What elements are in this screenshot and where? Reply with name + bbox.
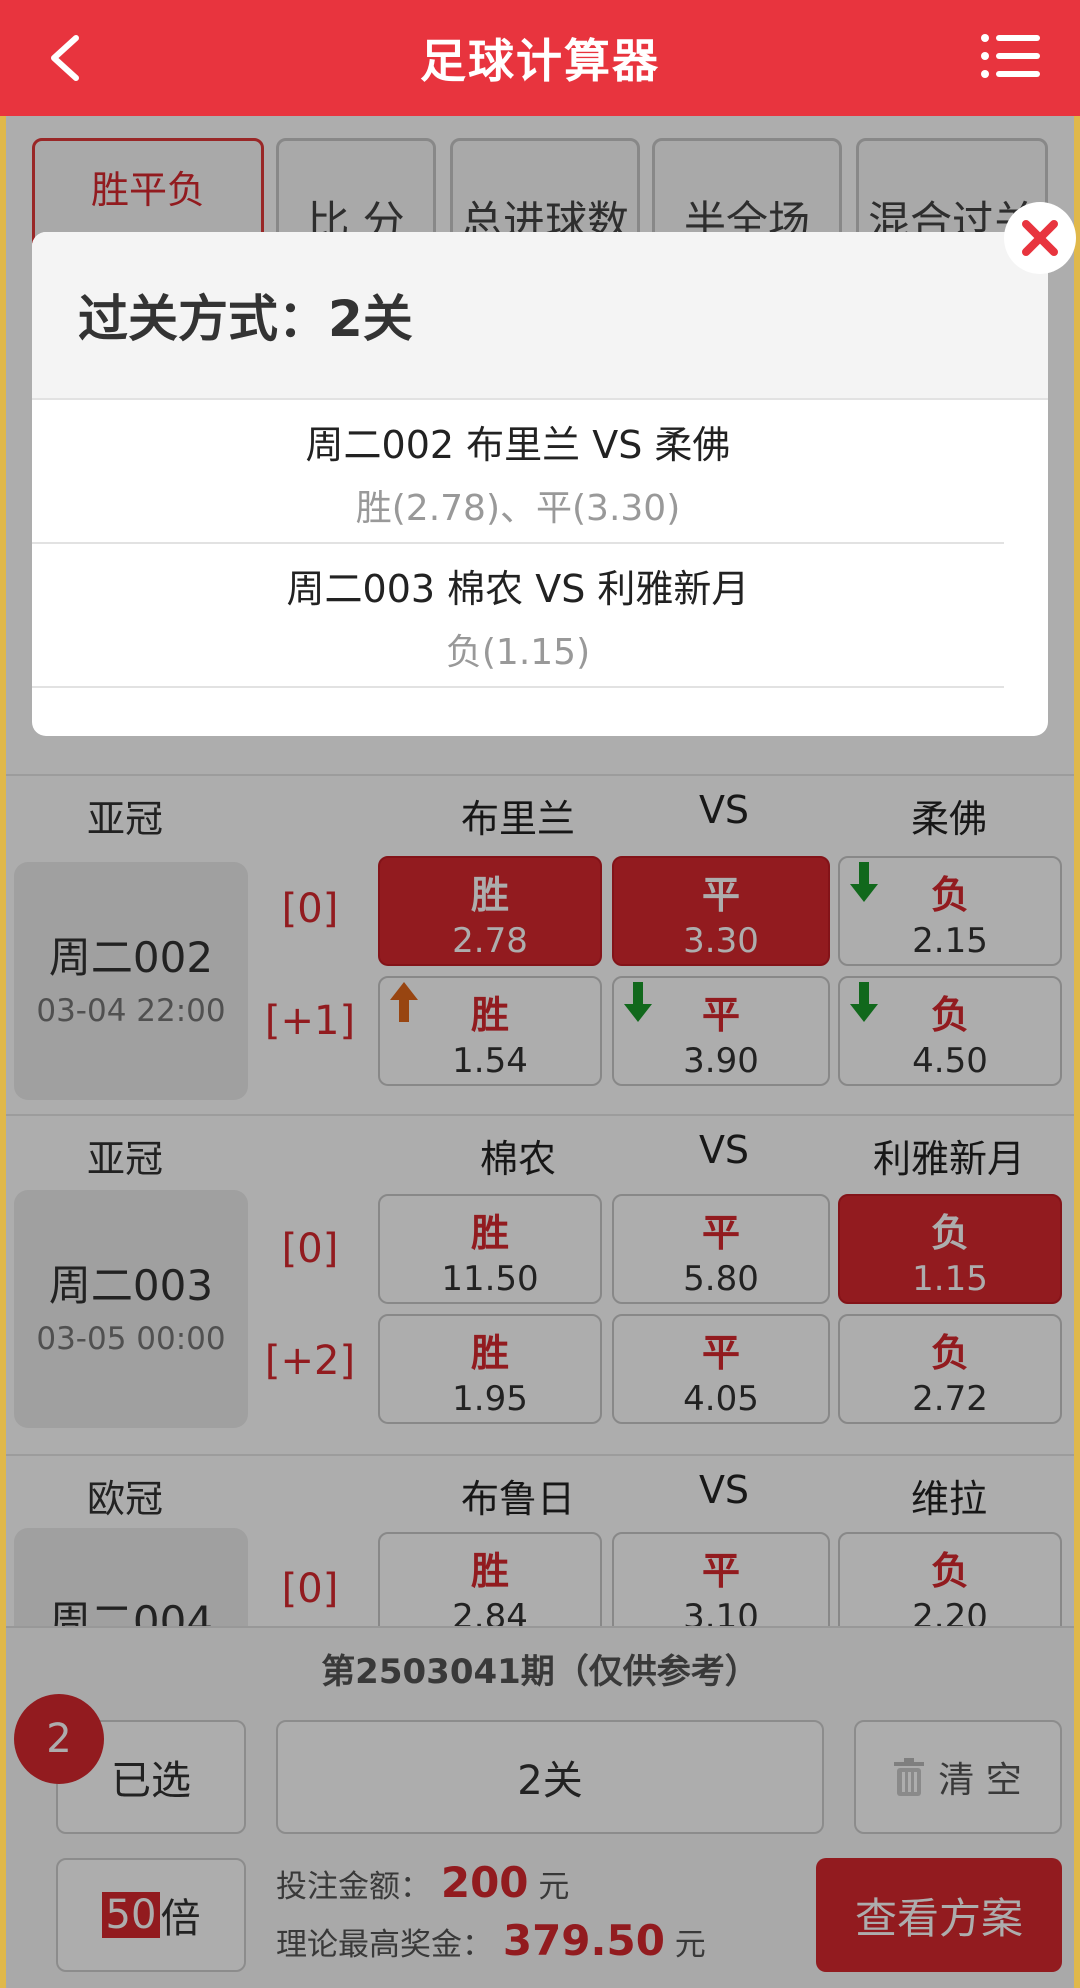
chevron-left-icon[interactable] xyxy=(40,30,96,86)
page-title: 足球计算器 xyxy=(420,34,660,88)
modal-list-item: 周二002 布里兰 VS 柔佛 胜(2.78)、平(3.30) xyxy=(32,400,1004,544)
modal-title: 过关方式：2关 xyxy=(78,290,413,348)
modal-item-title: 周二002 布里兰 VS 柔佛 xyxy=(305,423,731,467)
modal-close-button[interactable] xyxy=(1004,202,1076,274)
modal-list-item: 周二003 棉农 VS 利雅新月 负(1.15) xyxy=(32,544,1004,688)
pass-type-modal: 过关方式：2关 周二002 布里兰 VS 柔佛 胜(2.78)、平(3.30) … xyxy=(32,232,1048,736)
modal-header: 过关方式：2关 xyxy=(32,232,1048,400)
modal-item-title: 周二003 棉农 VS 利雅新月 xyxy=(286,567,750,611)
close-icon xyxy=(1022,220,1058,256)
app-header: 足球计算器 xyxy=(0,0,1080,116)
modal-item-selection: 胜(2.78)、平(3.30) xyxy=(355,488,681,529)
menu-icon[interactable] xyxy=(980,32,1040,80)
modal-item-selection: 负(1.15) xyxy=(445,632,591,673)
